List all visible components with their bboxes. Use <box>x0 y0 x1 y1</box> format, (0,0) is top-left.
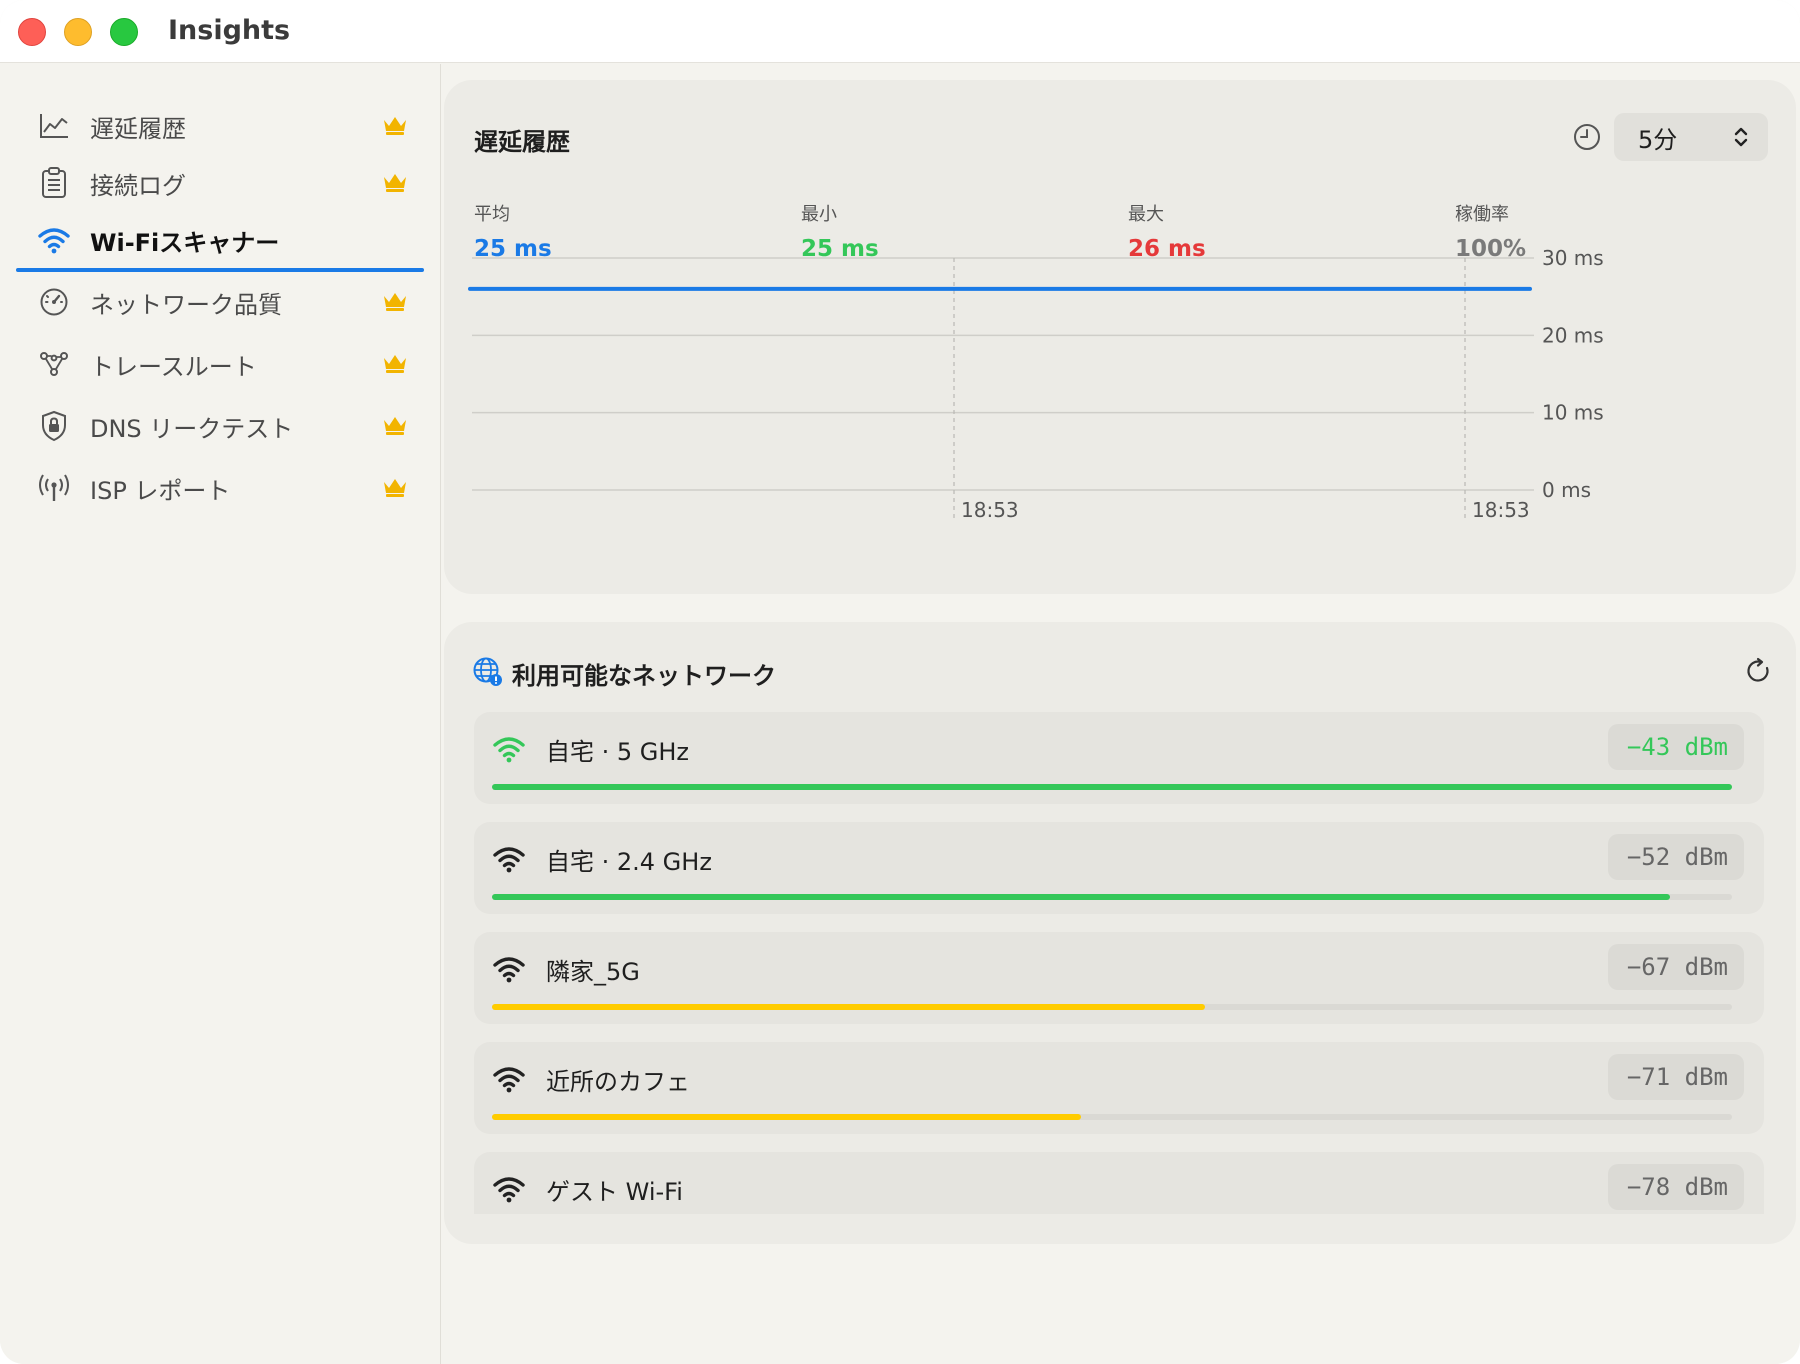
sidebar-item-network-quality[interactable]: ネットワーク品質 <box>16 274 424 330</box>
network-row[interactable]: ゲスト Wi-Fi −78 dBm <box>474 1152 1764 1214</box>
title-bar: Insights <box>0 0 1800 63</box>
gauge-icon <box>36 284 72 320</box>
x-tick-label: 18:53 <box>961 498 1019 522</box>
shield-lock-icon <box>36 408 72 444</box>
sidebar-item-label: ネットワーク品質 <box>90 290 282 319</box>
y-tick-label: 30 ms <box>1542 246 1604 270</box>
sidebar-item-label: 接続ログ <box>90 171 186 200</box>
wifi-icon <box>36 222 72 258</box>
crown-icon <box>382 414 408 436</box>
crown-icon <box>382 476 408 498</box>
network-row[interactable]: 近所のカフェ −71 dBm <box>474 1042 1764 1134</box>
signal-strength-badge: −71 dBm <box>1608 1054 1744 1100</box>
signal-strength-badge: −67 dBm <box>1608 944 1744 990</box>
zoom-window-button[interactable] <box>110 18 138 46</box>
y-tick-label: 20 ms <box>1542 323 1604 347</box>
available-networks-card: 利用可能なネットワーク 自宅 · 5 GHz −43 dBm 自宅 · 2.4 … <box>444 622 1796 1244</box>
signal-bar-fill <box>492 1004 1205 1010</box>
clipboard-list-icon <box>36 165 72 201</box>
sidebar-item-label: ISP レポート <box>90 476 231 505</box>
network-name: 自宅 · 2.4 GHz <box>546 848 712 876</box>
network-name: ゲスト Wi-Fi <box>546 1178 683 1206</box>
active-tab-indicator <box>16 268 424 272</box>
sidebar-item-dns-leak-test[interactable]: DNS リークテスト <box>16 398 424 454</box>
sidebar-item-label: 遅延履歴 <box>90 114 186 143</box>
app-window: Insights 遅延履歴 接続ログ Wi-Fiスキャナー ネットワーク品質 ト… <box>0 0 1800 1364</box>
y-tick-label: 0 ms <box>1542 478 1591 502</box>
sidebar-item-label: DNS リークテスト <box>90 414 294 443</box>
sidebar-item-label: Wi-Fiスキャナー <box>90 228 280 257</box>
wifi-signal-icon <box>492 954 526 984</box>
sidebar-item-traceroute[interactable]: トレースルート <box>16 336 424 392</box>
wifi-signal-icon <box>492 844 526 874</box>
sidebar-item-label: トレースルート <box>90 352 257 381</box>
chart-line-icon <box>36 108 72 144</box>
route-nodes-icon <box>36 346 72 382</box>
window-title: Insights <box>168 15 291 46</box>
latency-history-card: 遅延履歴 5分 平均 25 ms 最小 25 ms 最大 26 ms 稼働率 1… <box>444 80 1796 594</box>
minimize-window-button[interactable] <box>64 18 92 46</box>
close-window-button[interactable] <box>18 18 46 46</box>
signal-bar-fill <box>492 894 1670 900</box>
signal-strength-badge: −43 dBm <box>1608 724 1744 770</box>
network-list: 自宅 · 5 GHz −43 dBm 自宅 · 2.4 GHz −52 dBm <box>474 712 1764 1214</box>
sidebar-item-isp-report[interactable]: ISP レポート <box>16 460 424 516</box>
latency-chart: 30 ms 20 ms 10 ms 0 ms 18:53 18:53 <box>468 246 1604 522</box>
signal-strength-badge: −52 dBm <box>1608 834 1744 880</box>
network-row[interactable]: 隣家_5G −67 dBm <box>474 932 1764 1024</box>
crown-icon <box>382 114 408 136</box>
network-name: 近所のカフェ <box>546 1068 690 1096</box>
main-content: 遅延履歴 5分 平均 25 ms 最小 25 ms 最大 26 ms 稼働率 1… <box>442 64 1800 1364</box>
signal-bar-track <box>492 1114 1732 1120</box>
signal-strength-badge: −78 dBm <box>1608 1164 1744 1210</box>
globe-icon <box>472 656 504 688</box>
wifi-signal-icon <box>492 734 526 764</box>
sidebar: 遅延履歴 接続ログ Wi-Fiスキャナー ネットワーク品質 トレースルート DN… <box>0 64 441 1364</box>
signal-bar-track <box>492 784 1732 790</box>
signal-bar-fill <box>492 1114 1081 1120</box>
network-row[interactable]: 自宅 · 5 GHz −43 dBm <box>474 712 1764 804</box>
signal-bar-fill <box>492 784 1732 790</box>
sidebar-item-connection-log[interactable]: 接続ログ <box>16 155 424 211</box>
crown-icon <box>382 290 408 312</box>
network-name: 隣家_5G <box>546 958 640 986</box>
crown-icon <box>382 352 408 374</box>
x-tick-label: 18:53 <box>1472 498 1530 522</box>
signal-bar-track <box>492 894 1732 900</box>
signal-bar-track <box>492 1004 1732 1010</box>
wifi-signal-icon <box>492 1064 526 1094</box>
crown-icon <box>382 171 408 193</box>
antenna-icon <box>36 470 72 506</box>
y-tick-label: 10 ms <box>1542 401 1604 425</box>
wifi-signal-icon <box>492 1174 526 1204</box>
refresh-icon[interactable] <box>1744 656 1774 686</box>
sidebar-item-wifi-scanner[interactable]: Wi-Fiスキャナー <box>16 212 424 272</box>
sidebar-item-latency-history[interactable]: 遅延履歴 <box>16 98 424 154</box>
network-row[interactable]: 自宅 · 2.4 GHz −52 dBm <box>474 822 1764 914</box>
network-name: 自宅 · 5 GHz <box>546 738 690 766</box>
networks-card-title: 利用可能なネットワーク <box>512 662 776 690</box>
